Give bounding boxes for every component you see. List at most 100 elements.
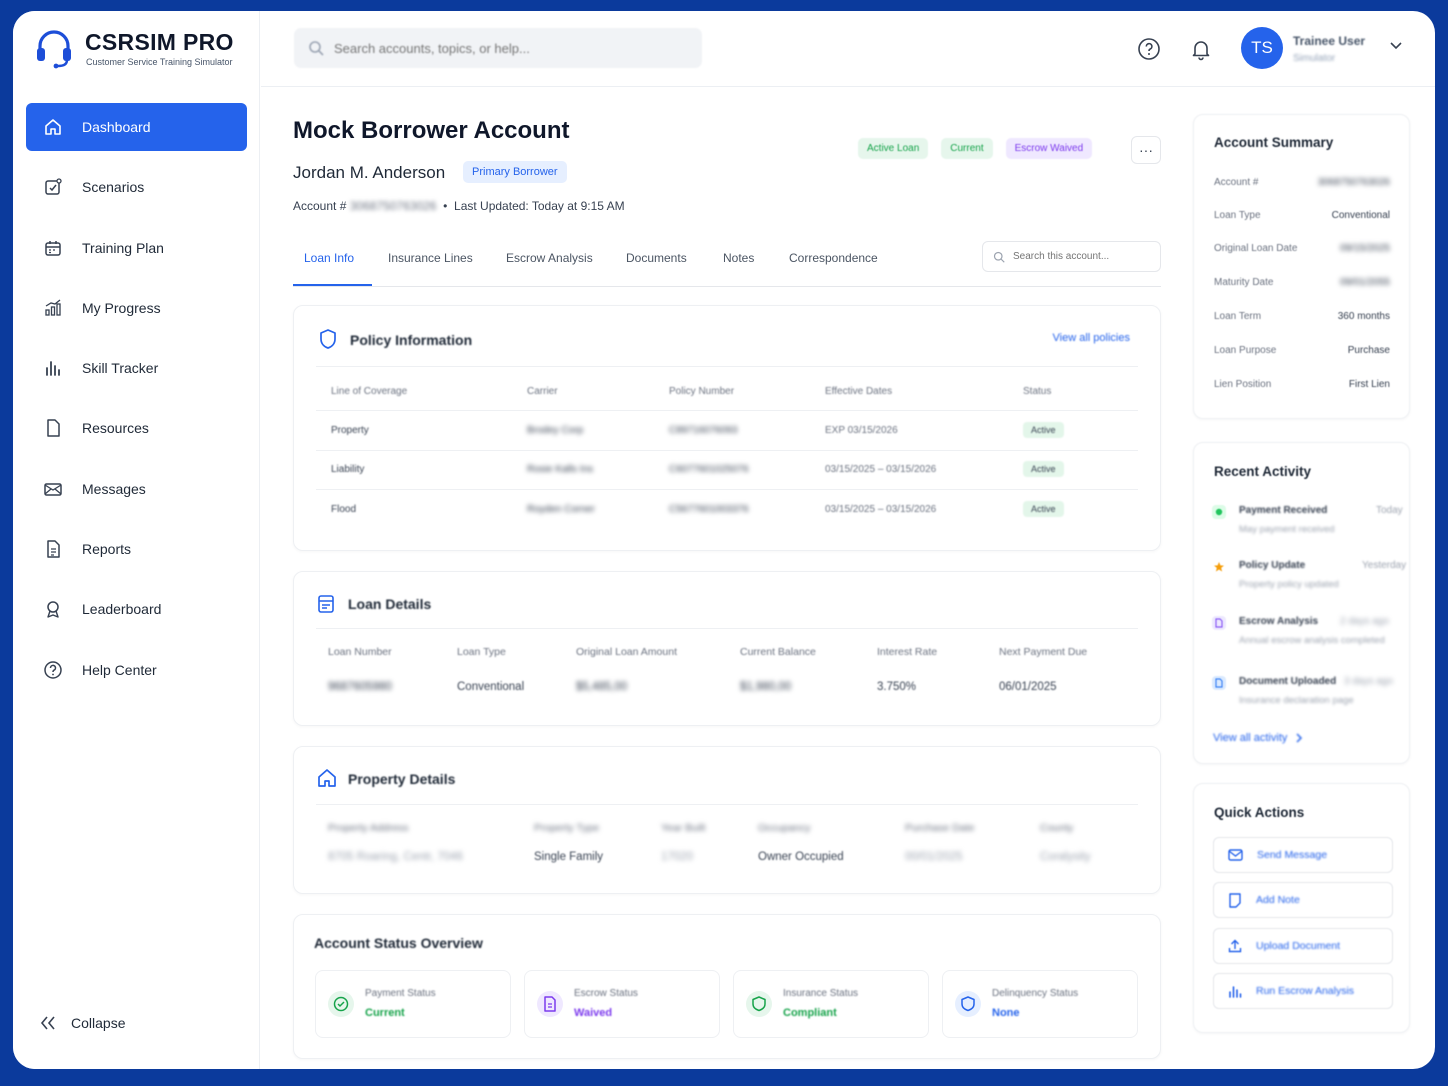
header-interest-rate: Interest Rate bbox=[877, 646, 938, 658]
occupancy-value: Owner Occupied bbox=[758, 851, 844, 863]
summary-key: Original Loan Date bbox=[1214, 243, 1298, 254]
star-icon bbox=[1212, 560, 1226, 574]
sidebar-item-label: Skill Tracker bbox=[82, 360, 159, 377]
upload-document-label: Upload Document bbox=[1256, 940, 1341, 952]
delinquency-status-label: Delinquency Status bbox=[992, 988, 1079, 999]
sidebar-nav: Dashboard Scenarios Training Plan My Pro… bbox=[26, 103, 247, 706]
send-message-button[interactable]: Send Message bbox=[1213, 837, 1393, 873]
tab-correspondence[interactable]: Correspondence bbox=[789, 251, 878, 265]
file-icon bbox=[1212, 616, 1226, 630]
upload-icon bbox=[1228, 939, 1242, 953]
account-search-input[interactable] bbox=[1013, 251, 1153, 262]
sidebar-item-scenarios[interactable]: Scenarios bbox=[26, 163, 247, 211]
borrower-role-badge: Primary Borrower bbox=[463, 161, 567, 183]
help-icon[interactable] bbox=[1137, 37, 1161, 61]
insurance-status-box: Insurance Status Compliant bbox=[733, 970, 929, 1038]
status-badge: Active bbox=[1023, 422, 1064, 438]
document-icon bbox=[1212, 676, 1226, 690]
header-carrier: Carrier bbox=[527, 386, 558, 397]
status-badge: Active bbox=[1023, 501, 1064, 517]
divider bbox=[316, 628, 1138, 629]
sidebar-item-messages[interactable]: Messages bbox=[26, 465, 247, 513]
year-built-value: 17020 bbox=[661, 851, 693, 863]
sidebar-item-label: Help Center bbox=[82, 661, 157, 678]
purchase-date-value: 00/01/2025 bbox=[905, 851, 963, 863]
property-address-value: 8705 Roaring, Centr, 7046 bbox=[328, 851, 463, 863]
summary-value: Purchase bbox=[1347, 345, 1390, 356]
more-options-button[interactable]: ··· bbox=[1131, 136, 1161, 164]
loan-details-card: Loan Details Loan Number Loan Type Origi… bbox=[293, 571, 1161, 726]
checklist-icon bbox=[42, 176, 64, 198]
next-payment-value: 06/01/2025 bbox=[999, 681, 1057, 693]
run-escrow-analysis-button[interactable]: Run Escrow Analysis bbox=[1213, 973, 1393, 1009]
mail-icon bbox=[1228, 849, 1243, 861]
loan-doc-icon bbox=[318, 595, 334, 613]
cell-dates: 03/15/2025 – 03/15/2026 bbox=[825, 464, 937, 475]
activity-time: 3 days ago bbox=[1344, 676, 1393, 687]
status-badge-escrow-waived: Escrow Waived bbox=[1005, 138, 1093, 159]
tab-escrow-analysis[interactable]: Escrow Analysis bbox=[506, 251, 593, 265]
header-loan-type: Loan Type bbox=[457, 646, 506, 658]
sidebar-item-my-progress[interactable]: My Progress bbox=[26, 284, 247, 332]
sidebar-item-dashboard[interactable]: Dashboard bbox=[26, 103, 247, 151]
sidebar-item-help-center[interactable]: Help Center bbox=[26, 646, 247, 694]
sidebar-item-resources[interactable]: Resources bbox=[26, 404, 247, 452]
original-amount-value: $5,485,00 bbox=[576, 681, 628, 693]
add-note-button[interactable]: Add Note bbox=[1213, 882, 1393, 918]
user-role: Simulator bbox=[1293, 53, 1336, 64]
borrower-name: Jordan M. Anderson bbox=[293, 163, 446, 182]
view-all-activity-link[interactable]: View all activity bbox=[1213, 732, 1303, 744]
view-all-policies-link[interactable]: View all policies bbox=[1053, 332, 1130, 344]
cell-policy: C5677601003376 bbox=[669, 504, 749, 515]
active-tab-indicator bbox=[293, 284, 372, 286]
add-note-label: Add Note bbox=[1256, 894, 1300, 906]
chevron-down-icon[interactable] bbox=[1389, 41, 1403, 51]
activity-time: Yesterday bbox=[1362, 560, 1407, 571]
bar-chart-icon bbox=[1229, 986, 1242, 998]
headset-icon bbox=[37, 30, 71, 69]
property-details-title: Property Details bbox=[348, 771, 456, 787]
cell-coverage: Flood bbox=[331, 504, 357, 515]
tab-notes[interactable]: Notes bbox=[723, 251, 754, 265]
sidebar-item-training-plan[interactable]: Training Plan bbox=[26, 224, 247, 272]
header-property-type: Property Type bbox=[534, 822, 600, 834]
avatar[interactable]: TS bbox=[1241, 27, 1283, 69]
account-search[interactable] bbox=[982, 241, 1161, 272]
avatar-initials: TS bbox=[1251, 38, 1273, 57]
app-window: CSRSIM PRO Customer Service Training Sim… bbox=[13, 11, 1435, 1069]
search-icon bbox=[309, 41, 324, 56]
activity-title: Escrow Analysis bbox=[1239, 616, 1319, 627]
loan-details-title: Loan Details bbox=[348, 596, 432, 612]
tab-insurance-lines[interactable]: Insurance Lines bbox=[388, 251, 473, 265]
shield-icon bbox=[955, 991, 981, 1017]
activity-time: 2 days ago bbox=[1340, 616, 1389, 627]
logo[interactable]: CSRSIM PRO Customer Service Training Sim… bbox=[35, 27, 255, 87]
divider bbox=[316, 450, 1138, 451]
sidebar-item-label: Scenarios bbox=[82, 179, 145, 196]
cell-carrier: Brodey Corp bbox=[527, 425, 584, 436]
tab-loan-info[interactable]: Loan Info bbox=[304, 251, 354, 265]
view-all-activity-label: View all activity bbox=[1213, 732, 1288, 744]
summary-key: Loan Type bbox=[1214, 210, 1261, 221]
upload-document-button[interactable]: Upload Document bbox=[1213, 928, 1393, 964]
search-input[interactable] bbox=[334, 40, 664, 56]
collapse-button[interactable]: Collapse bbox=[39, 1015, 125, 1031]
global-search[interactable] bbox=[294, 28, 702, 68]
status-badge-active-loan: Active Loan bbox=[858, 138, 929, 159]
activity-title: Payment Received bbox=[1239, 505, 1328, 516]
sidebar-item-reports[interactable]: Reports bbox=[26, 525, 247, 573]
sidebar-item-label: Dashboard bbox=[82, 119, 151, 135]
header-county: County bbox=[1040, 822, 1074, 834]
quick-actions-title: Quick Actions bbox=[1214, 805, 1305, 820]
bell-icon[interactable] bbox=[1189, 37, 1213, 61]
app-title: CSRSIM PRO bbox=[85, 29, 234, 55]
divider bbox=[316, 489, 1138, 490]
header-loan-number: Loan Number bbox=[328, 646, 392, 658]
cell-policy: C6077601025076 bbox=[669, 464, 749, 475]
payment-status-box: Payment Status Current bbox=[315, 970, 511, 1038]
sidebar-item-skill-tracker[interactable]: Skill Tracker bbox=[26, 344, 247, 392]
tab-documents[interactable]: Documents bbox=[626, 251, 687, 265]
header-effective-dates: Effective Dates bbox=[825, 386, 893, 397]
sidebar-item-leaderboard[interactable]: Leaderboard bbox=[26, 585, 247, 633]
policy-information-card: Policy Information View all policies Lin… bbox=[293, 305, 1161, 551]
